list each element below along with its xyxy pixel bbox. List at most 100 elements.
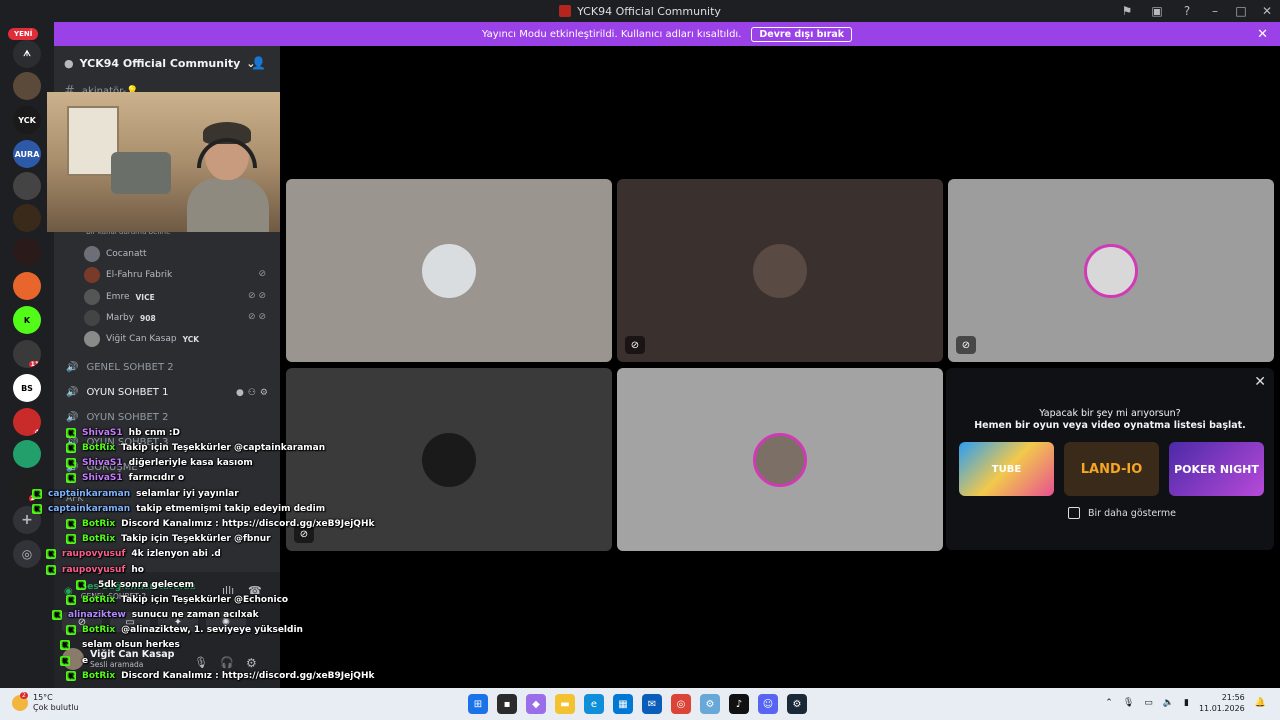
activity-title: Yapacak bir şey mi arıyorsun? [1039, 408, 1181, 419]
chat-username[interactable]: captainkaraman [48, 504, 130, 514]
microphone-icon[interactable]: 🎙 [1123, 698, 1134, 708]
kick-icon: K [66, 428, 76, 438]
file-explorer-icon[interactable]: ▬ [555, 694, 575, 714]
chevron-up-icon[interactable]: ⌃ [1105, 698, 1113, 708]
weather-widget[interactable]: 2 15°C Çok bulutlu [12, 692, 79, 713]
headphones-icon[interactable]: 🎧 [220, 656, 234, 669]
chat-username[interactable]: BotRix [82, 534, 115, 544]
chat-text: e [82, 656, 89, 666]
kick-icon: K [46, 549, 56, 559]
server-icon[interactable]: BS [13, 374, 41, 402]
tiktok-icon[interactable]: ♪ [729, 694, 749, 714]
participant-tile[interactable]: ⊘ [617, 179, 943, 362]
chat-icon[interactable]: ● [236, 388, 244, 398]
disable-streamer-mode-button[interactable]: Devre dışı bırak [751, 26, 853, 42]
invite-icon[interactable]: 👤 [251, 56, 266, 70]
chat-username[interactable]: ShivaS1 [82, 473, 123, 483]
network-icon[interactable]: ▭ [1144, 698, 1153, 708]
voice-channel[interactable]: 🔊 OYUN SOHBET 2 [66, 412, 168, 423]
voice-member[interactable]: Emre VICE [84, 289, 155, 305]
avatar [84, 289, 100, 305]
avatar [753, 432, 807, 487]
chat-text: 4k izlenyon abi .d [131, 549, 221, 559]
inbox-flag-icon[interactable]: ⚑ [1112, 4, 1142, 18]
gear-icon[interactable]: ⚙ [246, 656, 257, 670]
notifications-icon[interactable]: 🔔 [1255, 698, 1266, 708]
minimize-button[interactable]: – [1202, 4, 1228, 18]
edge-icon[interactable]: e [584, 694, 604, 714]
maximize-button[interactable]: □ [1228, 4, 1254, 18]
participant-tile[interactable] [286, 179, 612, 362]
chat-username[interactable]: raupovyusuf [62, 549, 125, 559]
close-icon[interactable]: ✕ [1254, 374, 1266, 390]
kick-icon: K [66, 519, 76, 529]
server-icon[interactable]: ᗑ [13, 40, 41, 68]
chat-username[interactable]: raupovyusuf [62, 565, 125, 575]
help-icon[interactable]: ? [1172, 4, 1202, 18]
task-view-icon[interactable]: ▪ [497, 694, 517, 714]
server-icon[interactable] [13, 440, 41, 468]
clock[interactable]: 21:56 11.01.2026 [1199, 692, 1245, 714]
discover-icon[interactable]: ◎ [13, 540, 41, 568]
server-icon[interactable]: 4 [13, 408, 41, 436]
server-icon[interactable]: 11 [13, 340, 41, 368]
start-icon[interactable]: ⊞ [468, 694, 488, 714]
settings-icon[interactable]: ⚙ [700, 694, 720, 714]
voice-member[interactable]: Cocanatt [84, 246, 147, 262]
kick-icon: K [66, 534, 76, 544]
kick-server-icon[interactable]: K [13, 306, 41, 334]
chrome-icon[interactable]: ◎ [671, 694, 691, 714]
chat-username[interactable]: BotRix [82, 671, 115, 681]
voice-member[interactable]: El-Fahru Fabrik [84, 267, 172, 283]
volume-icon[interactable]: 🔈 [1163, 698, 1174, 708]
screen-icon[interactable]: ▣ [1142, 4, 1172, 18]
store-icon[interactable]: ▦ [613, 694, 633, 714]
gear-icon[interactable]: ⚙ [260, 388, 268, 398]
server-icon[interactable] [13, 238, 41, 266]
discord-icon[interactable]: ☺ [758, 694, 778, 714]
participant-tile[interactable]: ⊘ [948, 179, 1274, 362]
server-icon[interactable] [13, 72, 41, 100]
microphone-icon[interactable]: 🎙 [194, 656, 208, 669]
steam-icon[interactable]: ⚙ [787, 694, 807, 714]
close-window-button[interactable]: ✕ [1254, 4, 1280, 18]
chat-username[interactable]: alinaziktew [68, 610, 126, 620]
user-status: Sesli aramada [90, 660, 144, 669]
chat-message: Ke [60, 656, 88, 666]
chat-text: Takip için Teşekkürler @fbnur [121, 534, 271, 544]
server-icon[interactable] [13, 172, 41, 200]
invite-icon[interactable]: ⚇ [248, 388, 256, 398]
chat-username[interactable]: BotRix [82, 625, 115, 635]
game-card[interactable]: TUBE [959, 442, 1054, 496]
server-icon[interactable] [13, 272, 41, 300]
chat-username[interactable]: BotRix [82, 595, 115, 605]
close-banner-icon[interactable]: ✕ [1257, 27, 1268, 42]
voice-channel[interactable]: 🔊 GENEL SOHBET 2 [66, 362, 174, 373]
server-icon[interactable]: AURA [13, 140, 41, 168]
outlook-icon[interactable]: ✉ [642, 694, 662, 714]
participant-tile[interactable] [617, 368, 943, 551]
copilot-icon[interactable]: ◆ [526, 694, 546, 714]
chat-username[interactable]: captainkaraman [48, 489, 130, 499]
guild-tag: VICE [135, 292, 155, 302]
chat-message: K ShivaS1 diğerleriyle kasa kasıom [66, 458, 253, 468]
speaker-icon: 🔊 [66, 362, 79, 373]
game-card[interactable]: POKER NIGHT [1169, 442, 1264, 496]
chat-username[interactable]: BotRix [82, 519, 115, 529]
guild-header[interactable]: ● YCK94 Official Community ⌄ 👤 [54, 46, 280, 80]
chat-username[interactable]: BotRix [82, 443, 115, 453]
voice-member[interactable]: Marby 908 [84, 310, 156, 326]
battery-icon[interactable]: ▮ [1184, 698, 1189, 708]
server-icon[interactable]: YCK [13, 106, 41, 134]
dont-show-again[interactable]: Bir daha gösterme [1068, 507, 1176, 519]
kick-icon: K [66, 671, 76, 681]
game-card[interactable]: LAND-IO [1064, 442, 1159, 496]
kick-icon: K [66, 473, 76, 483]
chat-message: Kcaptainkaraman selamlar iyi yayınlar [32, 489, 239, 499]
chat-username[interactable]: ShivaS1 [82, 458, 123, 468]
voice-member[interactable]: Viğit Can Kasap YCK [84, 331, 199, 347]
voice-channel[interactable]: 🔊 OYUN SOHBET 1 [66, 387, 168, 398]
chat-username[interactable]: ShivaS1 [82, 428, 123, 438]
server-icon[interactable] [13, 204, 41, 232]
checkbox[interactable] [1068, 507, 1080, 519]
